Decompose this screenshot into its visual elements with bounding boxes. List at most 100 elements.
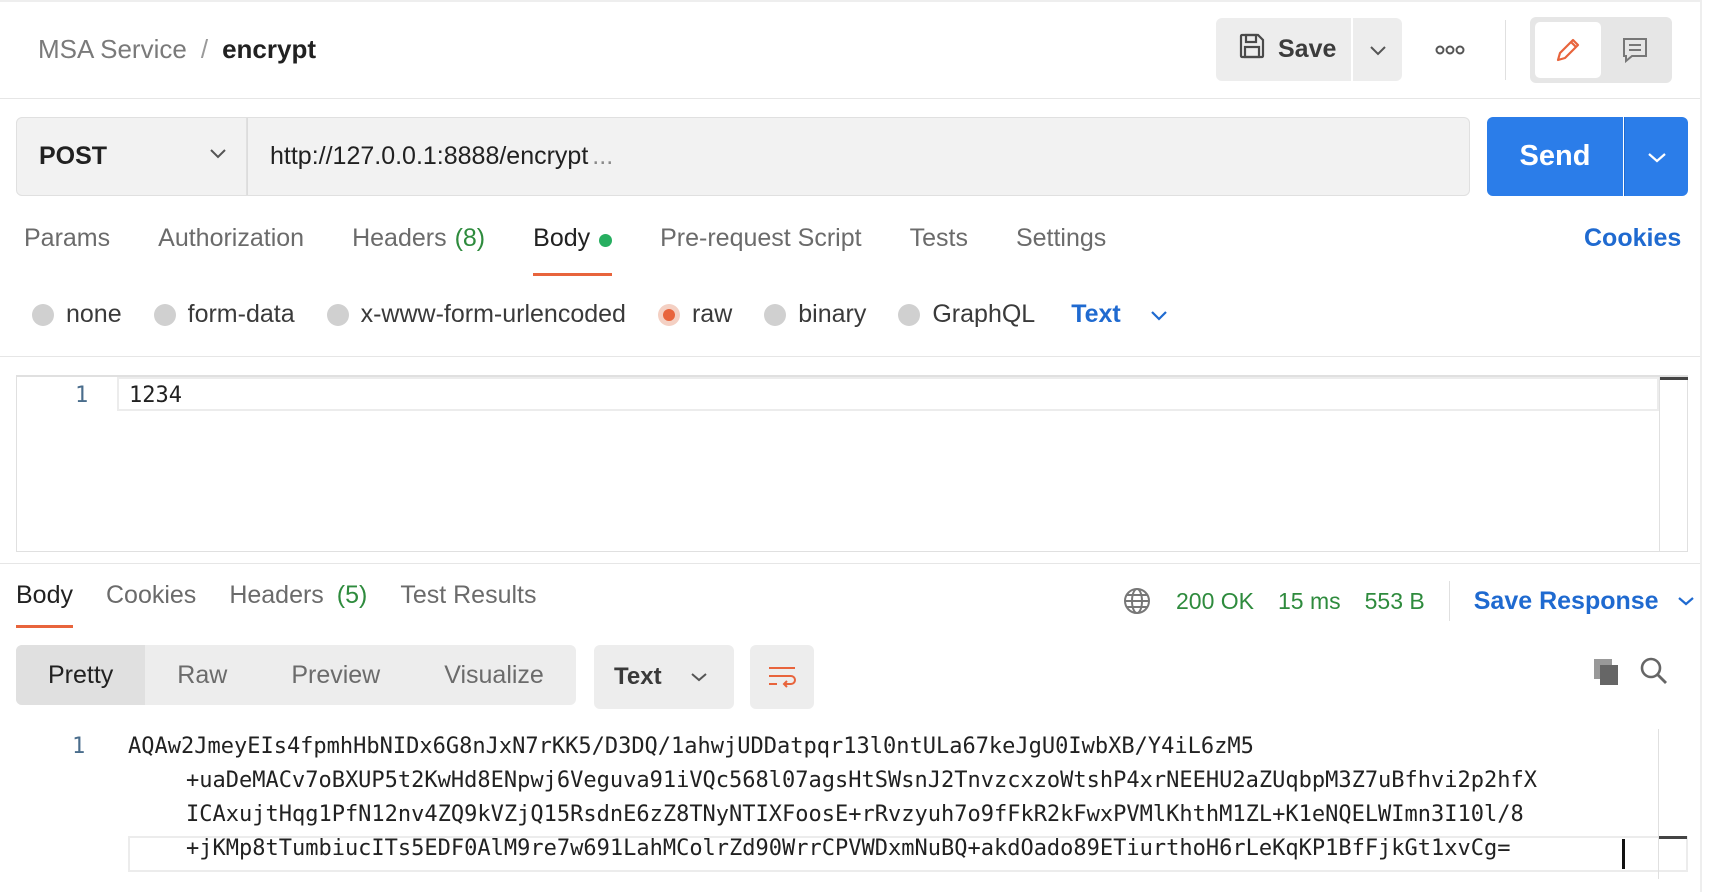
more-options-button[interactable] (1430, 30, 1470, 70)
comments-mode-button[interactable] (1603, 22, 1667, 78)
chevron-down-icon (1150, 310, 1167, 321)
radio-binary[interactable]: binary (764, 300, 866, 329)
chevron-down-icon (1647, 152, 1666, 162)
response-body-line: AQAw2JmeyEIs4fpmhHbNIDx6G8nJxN7rKK5/D3DQ… (128, 734, 1254, 759)
edit-mode-button[interactable] (1535, 22, 1601, 78)
save-button[interactable]: Save (1216, 18, 1351, 81)
response-tab-headers-label: Headers (229, 581, 324, 609)
raw-format-select[interactable]: Text (1071, 300, 1169, 329)
response-tab-headers[interactable]: Headers (5) (229, 581, 367, 628)
tab-params[interactable]: Params (24, 224, 110, 276)
line-number: 1 (75, 383, 89, 408)
globe-icon[interactable] (1122, 586, 1152, 616)
comment-icon (1623, 38, 1647, 64)
pencil-icon (1556, 38, 1580, 62)
radio-raw[interactable]: raw (657, 300, 733, 329)
editor-scrollbar[interactable] (1658, 729, 1687, 879)
search-icon[interactable] (1638, 655, 1670, 692)
tab-tests[interactable]: Tests (910, 224, 968, 276)
response-time[interactable]: 15 ms (1278, 588, 1341, 615)
current-line-highlight (117, 377, 1659, 411)
url-input[interactable]: http://127.0.0.1:8888/encrypt ... (247, 117, 1470, 196)
method-value: POST (39, 142, 108, 170)
raw-format-value: Text (1071, 300, 1121, 328)
request-name[interactable]: encrypt (222, 34, 316, 65)
headers-count: (8) (454, 224, 486, 252)
copy-icon[interactable] (1590, 655, 1622, 692)
tab-authorization[interactable]: Authorization (158, 224, 304, 276)
radio-label: none (66, 300, 122, 328)
view-tab-preview[interactable]: Preview (259, 645, 412, 705)
save-label: Save (1278, 35, 1337, 63)
save-response-label: Save Response (1473, 586, 1659, 615)
radio-circle (153, 303, 176, 326)
divider (0, 563, 1700, 564)
chevron-down-icon (690, 673, 707, 682)
view-tab-visualize[interactable]: Visualize (412, 645, 576, 705)
top-border (0, 0, 1700, 2)
divider (1448, 581, 1450, 621)
radio-circle (764, 303, 787, 326)
radio-label: x-www-form-urlencoded (360, 300, 626, 328)
send-button[interactable]: Send (1487, 117, 1623, 196)
response-tab-cookies[interactable]: Cookies (106, 581, 196, 628)
chevron-down-icon (1369, 45, 1386, 55)
radio-urlencoded[interactable]: x-www-form-urlencoded (326, 300, 626, 329)
response-format-select[interactable]: Text (594, 645, 734, 709)
radio-label: binary (798, 300, 867, 328)
radio-circle (898, 303, 921, 326)
save-icon (1238, 32, 1266, 67)
radio-none[interactable]: none (32, 300, 122, 329)
radio-label: raw (691, 300, 733, 328)
tab-pre-request-script[interactable]: Pre-request Script (660, 224, 861, 276)
url-value: http://127.0.0.1:8888/encrypt (270, 142, 589, 170)
breadcrumb: MSA Service / encrypt (38, 34, 316, 65)
wrap-lines-button[interactable] (750, 645, 814, 709)
radio-circle-selected (657, 303, 680, 326)
right-border (1700, 0, 1702, 892)
request-body-editor[interactable]: 1 1234 (16, 375, 1688, 552)
radio-label: form-data (187, 300, 295, 328)
line-number: 1 (72, 734, 86, 759)
view-tab-raw[interactable]: Raw (145, 645, 259, 705)
divider (1505, 20, 1506, 80)
save-response-button[interactable]: Save Response (1474, 587, 1695, 616)
text-cursor (1622, 839, 1625, 869)
tab-body[interactable]: Body (533, 224, 613, 276)
body-modified-dot (599, 234, 613, 247)
editor-scrollbar[interactable] (1659, 377, 1688, 552)
response-body-line: +uaDeMACv7oBXUP5t2KwHd8ENpwj6Veguva91iVQ… (186, 768, 1538, 793)
send-options-button[interactable] (1624, 117, 1688, 196)
response-tabs: Body Cookies Headers (5) Test Results (16, 581, 570, 628)
radio-circle (326, 303, 349, 326)
response-format-value: Text (614, 663, 662, 690)
method-select[interactable]: POST (16, 117, 247, 196)
breadcrumb-separator: / (200, 34, 209, 64)
response-size[interactable]: 553 B (1365, 588, 1425, 615)
more-icon (1435, 45, 1465, 55)
request-tabs: Params Authorization Headers (8) Body Pr… (24, 224, 1154, 276)
request-body-text[interactable]: 1234 (129, 383, 182, 408)
status-code[interactable]: 200 OK (1176, 588, 1254, 615)
breadcrumb-collection[interactable]: MSA Service (38, 34, 187, 65)
chevron-down-icon (1677, 597, 1694, 606)
response-tab-test-results[interactable]: Test Results (400, 581, 536, 628)
wrap-lines-icon (769, 667, 796, 688)
request-header-bar: MSA Service / encrypt Save (0, 0, 1700, 99)
tab-headers[interactable]: Headers (8) (352, 224, 485, 276)
body-type-selector: none form-data x-www-form-urlencoded raw… (32, 300, 1169, 329)
divider (0, 356, 1700, 357)
tab-body-label: Body (533, 224, 591, 252)
response-headers-count: (5) (336, 581, 368, 609)
save-options-button[interactable] (1353, 18, 1402, 81)
response-body-editor[interactable]: 1 AQAw2JmeyEIs4fpmhHbNIDx6G8nJxN7rKK5/D3… (0, 725, 1700, 892)
response-tab-body[interactable]: Body (16, 581, 73, 628)
radio-graphql[interactable]: GraphQL (898, 300, 1035, 329)
cookies-link[interactable]: Cookies (1584, 224, 1681, 253)
chevron-down-icon (210, 149, 226, 159)
radio-circle (32, 303, 54, 326)
view-tab-pretty[interactable]: Pretty (16, 645, 146, 705)
tab-headers-label: Headers (352, 224, 447, 252)
tab-settings[interactable]: Settings (1016, 224, 1106, 276)
radio-form-data[interactable]: form-data (153, 300, 295, 329)
